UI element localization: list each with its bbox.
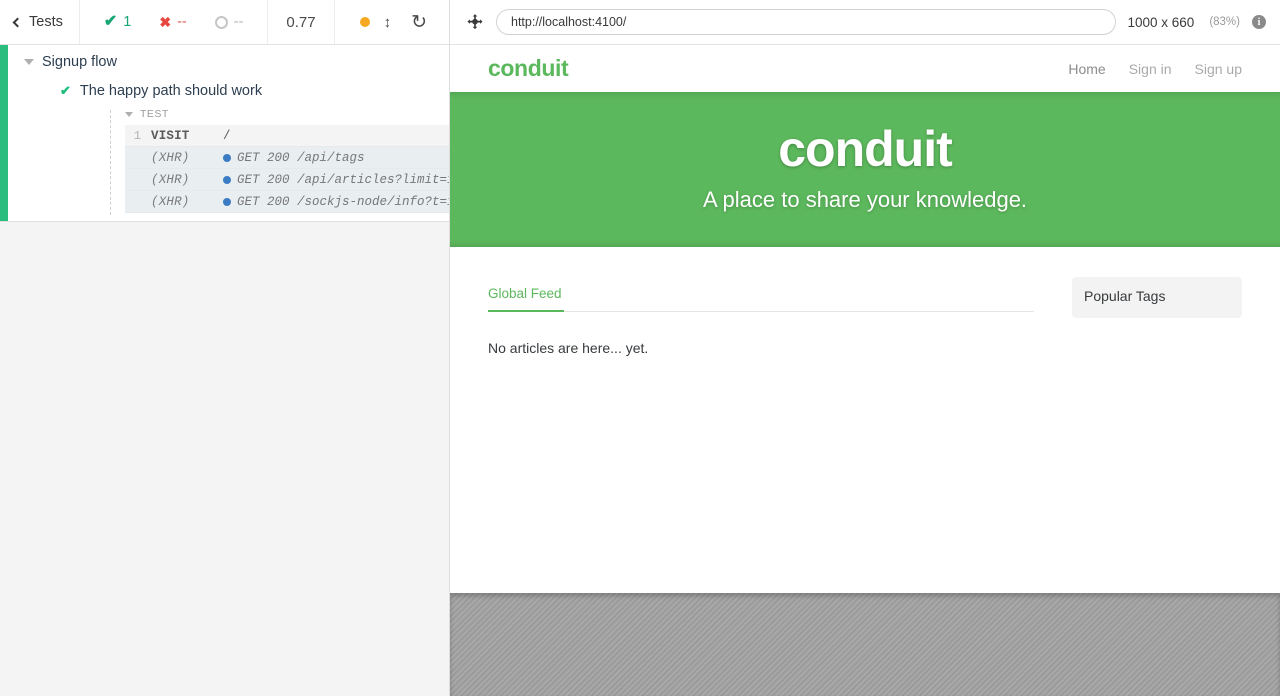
aut-empty-striped-area bbox=[450, 593, 1280, 696]
restart-icon[interactable]: ↻ bbox=[411, 13, 427, 32]
reporter-panel: Tests ✔ 1 ✖ -- -- 0.77 ↕ ↻ Signup flow ✔… bbox=[0, 0, 450, 696]
url-input[interactable] bbox=[496, 9, 1116, 35]
feed-column: Global Feed No articles are here... yet. bbox=[488, 277, 1034, 356]
check-icon: ✔ bbox=[103, 13, 118, 30]
feed-toggle: Global Feed bbox=[488, 277, 1034, 312]
command-name: (XHR) bbox=[151, 150, 190, 165]
command-row[interactable]: 1 VISIT / bbox=[125, 125, 449, 147]
nav-links: Home Sign in Sign up bbox=[1068, 61, 1242, 77]
hook-header[interactable]: TEST bbox=[110, 108, 449, 120]
info-icon[interactable]: i bbox=[1252, 15, 1266, 29]
command-message-wrap: GET 200 /api/articles?limit=10&offs… bbox=[223, 173, 449, 187]
stat-passed[interactable]: ✔ 1 bbox=[90, 13, 145, 31]
cypress-test-runner: Tests ✔ 1 ✖ -- -- 0.77 ↕ ↻ Signup flow ✔… bbox=[0, 0, 1280, 696]
suite-title-row[interactable]: Signup flow bbox=[24, 54, 449, 70]
auto-scroll-icon[interactable]: ↕ bbox=[384, 15, 392, 30]
sidebar-column: Popular Tags bbox=[1072, 277, 1242, 356]
stats-group: ✔ 1 ✖ -- -- bbox=[80, 0, 269, 44]
stat-pending-count: -- bbox=[233, 14, 244, 30]
stat-pending[interactable]: -- bbox=[201, 14, 258, 30]
stat-passed-count: 1 bbox=[123, 14, 132, 30]
stat-failed-count: -- bbox=[177, 14, 187, 30]
duration-value: 0.77 bbox=[286, 13, 316, 31]
chevron-down-icon bbox=[24, 59, 34, 65]
popular-tags-box: Popular Tags bbox=[1072, 277, 1242, 318]
ring-icon bbox=[214, 15, 228, 29]
tab-global-feed[interactable]: Global Feed bbox=[488, 277, 564, 312]
run-status-edge bbox=[0, 45, 8, 221]
url-bar: 1000 x 660 (83%) i bbox=[450, 0, 1280, 45]
orange-dot-icon[interactable] bbox=[359, 17, 370, 27]
duration-display: 0.77 bbox=[268, 0, 335, 44]
banner-title: conduit bbox=[778, 121, 953, 177]
command-name: (XHR) bbox=[151, 172, 190, 187]
conduit-navbar: conduit Home Sign in Sign up bbox=[450, 45, 1280, 92]
nav-link-sign-in[interactable]: Sign in bbox=[1129, 61, 1172, 77]
suite-signup-flow[interactable]: Signup flow ✔ The happy path should work… bbox=[0, 45, 449, 215]
chevron-down-icon bbox=[125, 111, 133, 117]
command-message: GET 200 /sockjs-node/info?t=1566799… bbox=[237, 194, 449, 209]
test-happy-path[interactable]: ✔ The happy path should work TEST 1 VISI… bbox=[24, 70, 449, 215]
nav-link-home[interactable]: Home bbox=[1068, 61, 1105, 77]
runnables-container: Signup flow ✔ The happy path should work… bbox=[0, 45, 449, 222]
command-row[interactable]: (XHR) GET 200 /api/articles?limit=10&off… bbox=[125, 169, 449, 191]
reporter-header: Tests ✔ 1 ✖ -- -- 0.77 ↕ ↻ bbox=[0, 0, 449, 45]
banner-subtitle: A place to share your knowledge. bbox=[702, 187, 1028, 212]
test-title: The happy path should work bbox=[79, 83, 263, 99]
command-message: GET 200 /api/articles?limit=10&offs… bbox=[237, 172, 449, 187]
command-message-wrap: GET 200 /api/tags bbox=[223, 151, 365, 165]
app-iframe: conduit Home Sign in Sign up conduit A p… bbox=[450, 45, 1280, 593]
empty-feed-message: No articles are here... yet. bbox=[488, 340, 649, 356]
header-spacer bbox=[335, 0, 360, 44]
crosshair-target-icon[interactable] bbox=[466, 13, 484, 31]
xhr-status-dot-icon bbox=[223, 175, 231, 184]
back-to-tests-button[interactable]: Tests bbox=[0, 0, 80, 44]
suite-title: Signup flow bbox=[42, 54, 117, 70]
x-icon: ✖ bbox=[159, 14, 172, 30]
command-row[interactable]: (XHR) GET 200 /sockjs-node/info?t=156679… bbox=[125, 191, 449, 213]
viewport-size-label: 1000 x 660 bbox=[1127, 14, 1195, 30]
command-message-wrap: GET 200 /sockjs-node/info?t=1566799… bbox=[223, 195, 449, 209]
command-row[interactable]: (XHR) GET 200 /api/tags bbox=[125, 147, 449, 169]
xhr-status-dot-icon bbox=[223, 153, 231, 162]
viewport-scale-label: (83%) bbox=[1209, 16, 1240, 28]
hook-label: TEST bbox=[140, 108, 169, 120]
conduit-logo[interactable]: conduit bbox=[488, 55, 569, 82]
aut-panel: 1000 x 660 (83%) i conduit Home Sign in … bbox=[450, 0, 1280, 696]
hook-group: TEST 1 VISIT / (XHR) GET 200 /api/tags (… bbox=[110, 108, 449, 215]
nav-link-sign-up[interactable]: Sign up bbox=[1195, 61, 1242, 77]
command-number: 1 bbox=[133, 128, 141, 143]
conduit-banner: conduit A place to share your knowledge. bbox=[450, 92, 1280, 247]
command-name: VISIT bbox=[151, 128, 190, 143]
back-to-tests-label: Tests bbox=[29, 14, 63, 30]
command-message: / bbox=[223, 128, 231, 143]
chevron-left-icon bbox=[12, 17, 23, 27]
check-icon: ✔ bbox=[60, 83, 71, 98]
test-title-row[interactable]: ✔ The happy path should work bbox=[60, 83, 449, 99]
popular-tags-title: Popular Tags bbox=[1084, 288, 1166, 304]
command-name: (XHR) bbox=[151, 194, 190, 209]
command-list: 1 VISIT / (XHR) GET 200 /api/tags (XHR) … bbox=[125, 125, 449, 213]
xhr-status-dot-icon bbox=[223, 197, 231, 206]
stat-failed[interactable]: ✖ -- bbox=[145, 14, 200, 30]
command-message: GET 200 /api/tags bbox=[237, 150, 365, 165]
header-controls: ↕ ↻ bbox=[359, 0, 449, 44]
conduit-body: Global Feed No articles are here... yet.… bbox=[450, 247, 1280, 356]
